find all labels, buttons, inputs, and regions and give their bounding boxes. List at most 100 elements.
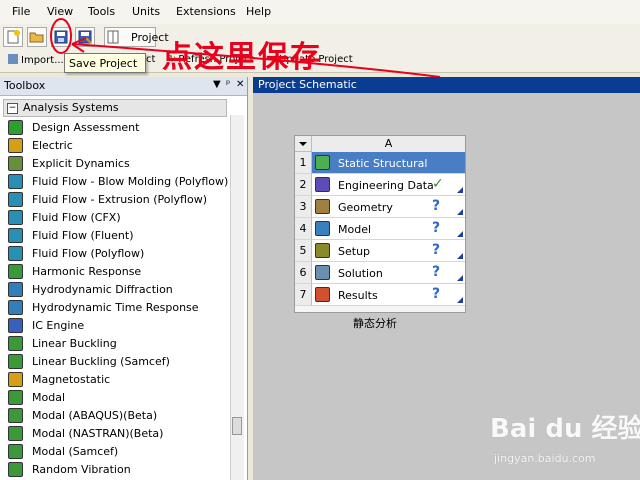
geometry-icon: [315, 199, 330, 214]
system-cell-row: 3 Geometry?: [295, 196, 465, 218]
toolbox-item[interactable]: Modal (Samcef): [8, 443, 228, 461]
cell-label: Static Structural: [338, 157, 428, 170]
toolbox-item[interactable]: Harmonic Response: [8, 263, 228, 281]
cell-label: Results: [338, 289, 378, 302]
static-structural-system[interactable]: A 1 Static Structural 2 Engineering Data ✓ 3 G…: [294, 135, 466, 313]
toolbox-menu-button[interactable]: ▼: [213, 79, 221, 90]
toolbox-item[interactable]: Electric: [8, 137, 228, 155]
toolbox-item-label: Random Vibration: [32, 463, 131, 476]
toolbox-item[interactable]: IC Engine: [8, 317, 228, 335]
model-icon: [315, 221, 330, 236]
system-cell-row: 4 Model?: [295, 218, 465, 240]
toolbox-item-label: Modal (Samcef): [32, 445, 119, 458]
toolbox-item[interactable]: Fluid Flow (Fluent): [8, 227, 228, 245]
toolbox-item-label: Explicit Dynamics: [32, 157, 130, 170]
watermark: Bai du 经验 jingyan.baidu.com: [490, 408, 640, 480]
annotation-text: 点这里保存: [162, 40, 322, 75]
cell-corner-arrow-icon: [457, 297, 463, 303]
toolbox-item[interactable]: Hydrodynamic Time Response: [8, 299, 228, 317]
toolbox-item[interactable]: Explicit Dynamics: [8, 155, 228, 173]
toolbox-item[interactable]: Linear Buckling (Samcef): [8, 353, 228, 371]
toolbox-scrollbar[interactable]: [230, 115, 244, 480]
toolbox-item[interactable]: Linear Buckling: [8, 335, 228, 353]
row-number: 1: [295, 152, 312, 174]
scroll-thumb[interactable]: [232, 417, 242, 435]
dropdown-arrow-icon: [299, 142, 307, 146]
setup-icon: [315, 243, 330, 258]
system-menu-button[interactable]: [295, 136, 312, 152]
unfulfilled-icon: ?: [432, 242, 441, 258]
toolbox-item[interactable]: Fluid Flow (CFX): [8, 209, 228, 227]
toolbox-item[interactable]: Magnetostatic: [8, 371, 228, 389]
toolbox-item[interactable]: Modal (ABAQUS)(Beta): [8, 407, 228, 425]
magnet-icon: [8, 372, 23, 387]
watermark-url: jingyan.baidu.com: [494, 452, 596, 465]
toolbox-item-label: Magnetostatic: [32, 373, 111, 386]
fluid-icon: [8, 174, 23, 189]
toolbox-item-label: Modal: [32, 391, 65, 404]
unfulfilled-icon: ?: [432, 220, 441, 236]
toolbox-item[interactable]: Random Vibration: [8, 461, 228, 479]
fluid-icon: [8, 246, 23, 261]
modal-icon: [8, 408, 23, 423]
toolbox-item[interactable]: Fluid Flow - Blow Molding (Polyflow): [8, 173, 228, 191]
toolbox-item-label: Electric: [32, 139, 73, 152]
system-cell[interactable]: Static Structural: [312, 152, 465, 174]
system-cell[interactable]: Solution?: [312, 262, 465, 284]
save-project-tooltip: Save Project: [64, 53, 146, 73]
toolbox-item[interactable]: Design Assessment: [8, 119, 228, 137]
analysis-systems-section[interactable]: − Analysis Systems: [3, 99, 227, 117]
toolbox-item-label: Linear Buckling: [32, 337, 117, 350]
check-icon: [8, 120, 23, 135]
column-header: A: [312, 136, 465, 153]
system-cell[interactable]: Model?: [312, 218, 465, 240]
toolbox-item-label: Fluid Flow (CFX): [32, 211, 121, 224]
toolbox-item-label: Harmonic Response: [32, 265, 142, 278]
engine-icon: [8, 318, 23, 333]
fluid-icon: [8, 192, 23, 207]
system-cell[interactable]: Engineering Data ✓: [312, 174, 465, 196]
toolbox-item-label: Design Assessment: [32, 121, 140, 134]
toolbox-item[interactable]: Modal: [8, 389, 228, 407]
buckling-icon: [8, 354, 23, 369]
cell-label: Solution: [338, 267, 383, 280]
schematic-header: Project Schematic: [253, 77, 640, 93]
toolbox-item-label: Fluid Flow (Fluent): [32, 229, 134, 242]
cell-label: Model: [338, 223, 372, 236]
watermark-logo: Bai du 经验: [490, 414, 640, 444]
static-structural-icon: [315, 155, 330, 170]
toolbox-item[interactable]: Fluid Flow - Extrusion (Polyflow): [8, 191, 228, 209]
toolbox-item[interactable]: Hydrodynamic Diffraction: [8, 281, 228, 299]
modal-icon: [8, 426, 23, 441]
system-cell[interactable]: Results?: [312, 284, 465, 306]
buckling-icon: [8, 336, 23, 351]
cell-corner-arrow-icon: [457, 253, 463, 259]
cell-corner-arrow-icon: [457, 187, 463, 193]
toolbox-item-label: Modal (ABAQUS)(Beta): [32, 409, 158, 422]
row-number: 7: [295, 284, 312, 306]
up-to-date-icon: ✓: [432, 176, 444, 192]
fluid-icon: [8, 228, 23, 243]
toolbox-item-label: Fluid Flow (Polyflow): [32, 247, 145, 260]
toolbox-item[interactable]: Fluid Flow (Polyflow): [8, 245, 228, 263]
collapse-toggle-icon[interactable]: −: [7, 103, 18, 114]
toolbox-pin-button[interactable]: ᵖ: [226, 79, 230, 90]
toolbox-item-label: Hydrodynamic Diffraction: [32, 283, 173, 296]
schematic-title: Project Schematic: [258, 78, 357, 91]
system-cell-row: 1 Static Structural: [295, 152, 465, 174]
cell-corner-arrow-icon: [457, 231, 463, 237]
toolbox-item-label: Linear Buckling (Samcef): [32, 355, 170, 368]
toolbox-item-label: Fluid Flow - Extrusion (Polyflow): [32, 193, 207, 206]
system-name-label[interactable]: 静态分析: [353, 315, 397, 331]
row-number: 5: [295, 240, 312, 262]
system-cell[interactable]: Setup?: [312, 240, 465, 262]
annotation-circle: [50, 18, 72, 54]
system-cell-row: 6 Solution?: [295, 262, 465, 284]
unfulfilled-icon: ?: [432, 264, 441, 280]
system-cell-row: 5 Setup?: [295, 240, 465, 262]
toolbox-close-button[interactable]: ✕: [236, 79, 244, 90]
cell-label: Setup: [338, 245, 371, 258]
cell-label: Engineering Data: [338, 179, 434, 192]
toolbox-item[interactable]: Modal (NASTRAN)(Beta): [8, 425, 228, 443]
system-cell[interactable]: Geometry?: [312, 196, 465, 218]
